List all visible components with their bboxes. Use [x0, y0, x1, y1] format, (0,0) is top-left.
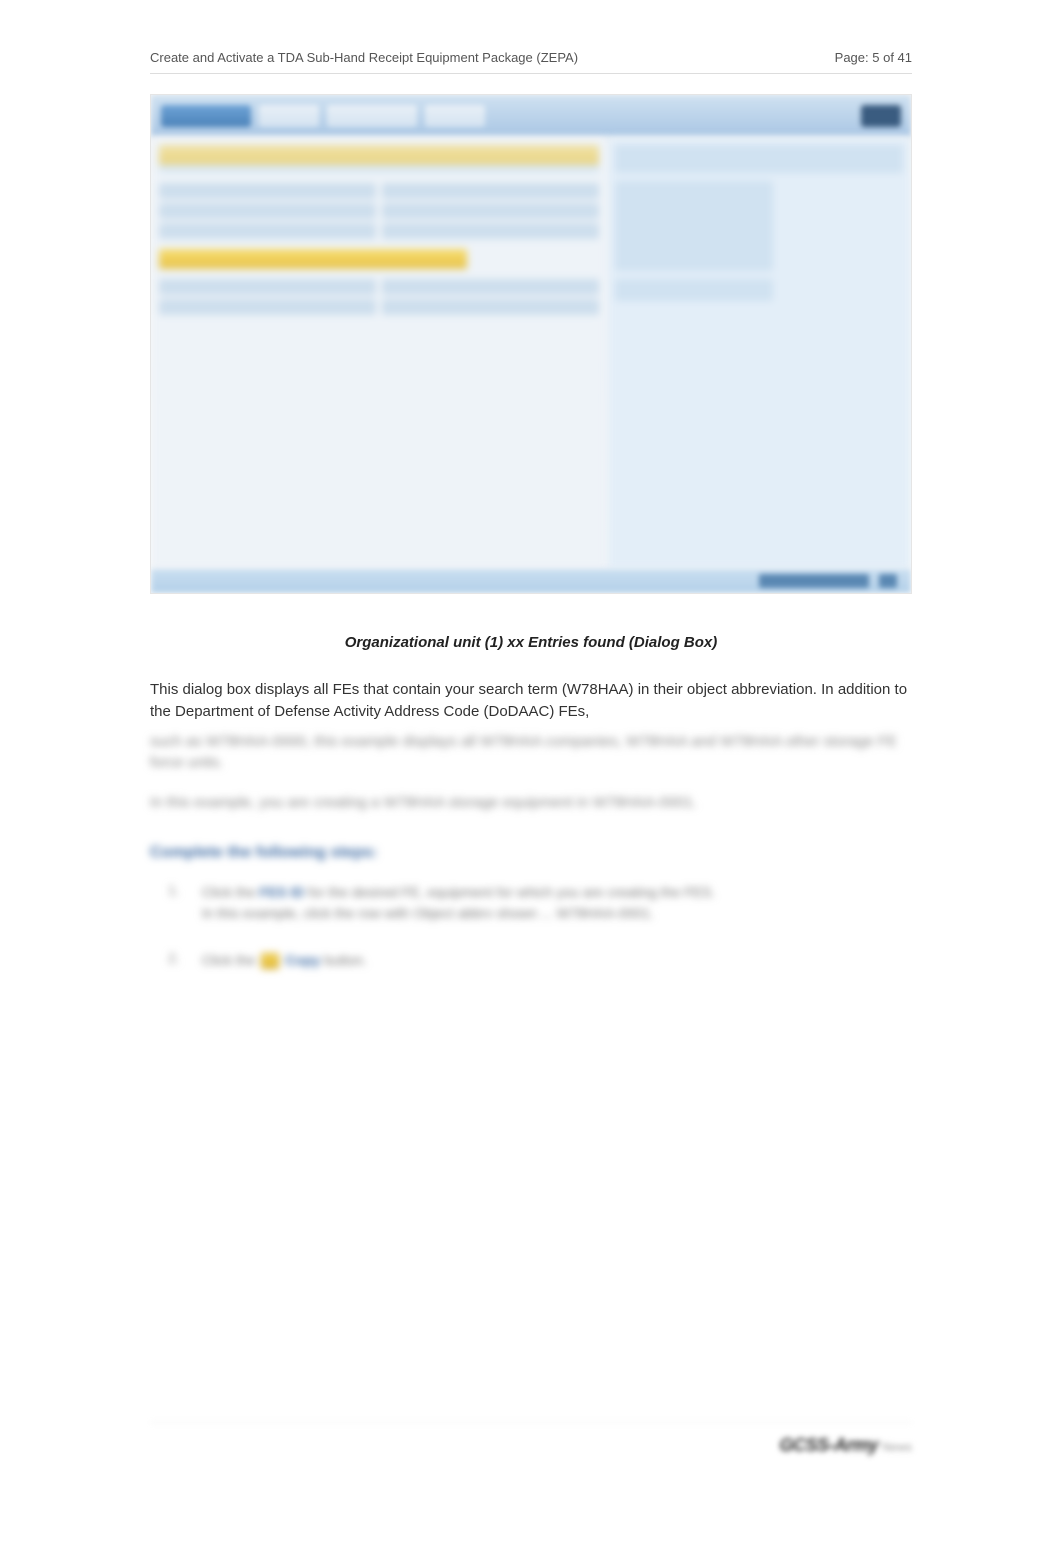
- doc-title: Create and Activate a TDA Sub-Hand Recei…: [150, 50, 578, 65]
- step-number: 2.: [168, 950, 180, 966]
- footer-logo: GCSS-Army: [779, 1435, 878, 1455]
- page-indicator: Page: 5 of 41: [835, 50, 912, 65]
- step-list: 1. Click the FES ID for the desired FE, …: [150, 882, 912, 971]
- obscured-paragraph-2: In this example, you are creating a W78H…: [150, 792, 912, 814]
- footer-sub: News: [882, 1440, 912, 1454]
- step1-line2: In this example, click the row with Obje…: [202, 905, 654, 921]
- step2-pre: Click the: [202, 952, 260, 968]
- step1-pre: Click the: [202, 884, 260, 900]
- step1-keyword: FES ID: [259, 884, 304, 900]
- step-item-1: 1. Click the FES ID for the desired FE, …: [168, 882, 912, 924]
- figure-caption: Organizational unit (1) xx Entries found…: [150, 634, 912, 651]
- step1-mid: for the desired FE, equipment for which …: [308, 884, 680, 900]
- step-item-2: 2. Click the Copy button.: [168, 950, 912, 971]
- step2-keyword: Copy: [285, 952, 320, 968]
- copy-icon: [261, 953, 279, 969]
- intro-paragraph: This dialog box displays all FEs that co…: [150, 679, 912, 723]
- step-number: 1.: [168, 882, 180, 898]
- embedded-screenshot: [150, 94, 912, 594]
- obscured-paragraph-1: such as W78HAA-0000, this example displa…: [150, 731, 912, 775]
- page-header: Create and Activate a TDA Sub-Hand Recei…: [150, 50, 912, 74]
- page-footer: GCSS-Army News: [150, 1422, 912, 1456]
- step2-post: button.: [324, 952, 367, 968]
- section-heading: Complete the following steps:: [150, 844, 912, 862]
